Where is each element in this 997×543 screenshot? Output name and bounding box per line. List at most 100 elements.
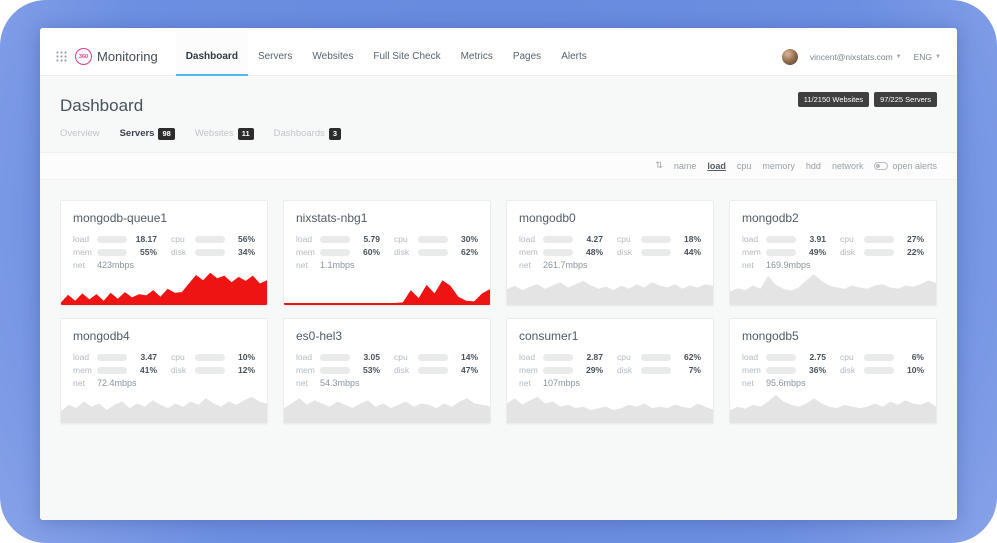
- page-content: Dashboard 11/2150 Websites 97/225 Server…: [40, 76, 957, 520]
- metric-row-load: load3.05: [296, 351, 380, 364]
- tab-overview[interactable]: Overview: [60, 128, 100, 139]
- language-menu[interactable]: ENG ▼: [914, 52, 941, 62]
- metric-label: load: [73, 234, 97, 244]
- tab-label: Websites: [195, 128, 234, 139]
- load-sparkline-chart: [284, 269, 490, 305]
- chevron-down-icon: ▼: [896, 54, 902, 60]
- sort-option-load[interactable]: load: [707, 161, 726, 171]
- tab-websites[interactable]: Websites11: [195, 128, 254, 140]
- metric-label: mem: [73, 247, 97, 257]
- open-alerts-label: open alerts: [892, 161, 937, 171]
- metric-bar: [320, 367, 350, 374]
- metric-bar: [418, 236, 448, 243]
- metric-bar: [543, 367, 573, 374]
- metric-value: 53%: [350, 365, 380, 375]
- metric-label: disk: [171, 365, 195, 375]
- metric-label: mem: [73, 365, 97, 375]
- user-menu[interactable]: vincent@nixstats.com ▼: [810, 52, 902, 62]
- nav-item-pages[interactable]: Pages: [503, 28, 551, 75]
- metric-label: mem: [519, 247, 543, 257]
- metric-bar: [766, 354, 796, 361]
- sort-options: name load cpu memory hdd network: [674, 161, 864, 171]
- tab-count-badge: 3: [329, 128, 341, 140]
- metrics-left-column: load3.47mem41%net72.4mbps: [73, 351, 157, 390]
- metric-label: mem: [519, 365, 543, 375]
- server-card-es0-hel3[interactable]: es0-hel3load3.05mem53%net54.3mbpscpu14%d…: [283, 318, 491, 424]
- metric-bar: [97, 249, 127, 256]
- app-logo[interactable]: 360 Monitoring: [75, 48, 158, 65]
- metric-bar: [320, 354, 350, 361]
- nav-item-dashboard[interactable]: Dashboard: [176, 28, 248, 75]
- metric-value: 10%: [225, 352, 255, 362]
- metric-row-load: load4.27: [519, 233, 603, 246]
- nav-item-metrics[interactable]: Metrics: [451, 28, 503, 75]
- metric-bar: [418, 249, 448, 256]
- chevron-down-icon: ▼: [935, 54, 941, 60]
- metric-row-disk: disk62%: [394, 246, 478, 259]
- nav-item-full-site-check[interactable]: Full Site Check: [363, 28, 450, 75]
- server-card-mongodb0[interactable]: mongodb0load4.27mem48%net261.7mbpscpu18%…: [506, 200, 714, 306]
- metric-row-mem: mem41%: [73, 364, 157, 377]
- metric-bar: [641, 354, 671, 361]
- server-name: mongodb4: [61, 319, 267, 343]
- metric-row-load: load18.17: [73, 233, 157, 246]
- server-card-mongodb4[interactable]: mongodb4load3.47mem41%net72.4mbpscpu10%d…: [60, 318, 268, 424]
- user-email-label: vincent@nixstats.com: [810, 52, 893, 62]
- server-card-mongodb-queue1[interactable]: mongodb-queue1load18.17mem55%net423mbpsc…: [60, 200, 268, 306]
- metric-row-disk: disk7%: [617, 364, 701, 377]
- tab-dashboards[interactable]: Dashboards3: [274, 128, 341, 140]
- metric-row-cpu: cpu30%: [394, 233, 478, 246]
- metric-row-mem: mem29%: [519, 364, 603, 377]
- server-name: mongodb-queue1: [61, 201, 267, 225]
- metrics-right-column: cpu56%disk34%: [171, 233, 255, 272]
- toggle-icon: [874, 162, 888, 170]
- metric-label: disk: [617, 365, 641, 375]
- metric-label: load: [296, 352, 320, 362]
- load-sparkline-chart: [730, 387, 936, 423]
- metric-value: 56%: [225, 234, 255, 244]
- metrics-left-column: load4.27mem48%net261.7mbps: [519, 233, 603, 272]
- metric-bar: [641, 367, 671, 374]
- sort-option-name[interactable]: name: [674, 161, 697, 171]
- server-card-consumer1[interactable]: consumer1load2.87mem29%net107mbpscpu62%d…: [506, 318, 714, 424]
- metric-label: disk: [171, 247, 195, 257]
- metrics-right-column: cpu6%disk10%: [840, 351, 924, 390]
- metric-bar: [418, 354, 448, 361]
- metric-label: mem: [296, 247, 320, 257]
- metrics-left-column: load18.17mem55%net423mbps: [73, 233, 157, 272]
- user-avatar[interactable]: [782, 49, 798, 65]
- open-alerts-toggle[interactable]: open alerts: [874, 161, 937, 171]
- sort-option-hdd[interactable]: hdd: [806, 161, 821, 171]
- metrics-left-column: load3.91mem49%net169.9mbps: [742, 233, 826, 272]
- metric-row-mem: mem53%: [296, 364, 380, 377]
- sort-option-memory[interactable]: memory: [762, 161, 795, 171]
- metric-bar: [195, 367, 225, 374]
- server-name: mongodb2: [730, 201, 936, 225]
- load-sparkline-chart: [61, 269, 267, 305]
- nav-item-servers[interactable]: Servers: [248, 28, 302, 75]
- metric-value: 48%: [573, 247, 603, 257]
- metric-label: load: [519, 234, 543, 244]
- metrics-right-column: cpu14%disk47%: [394, 351, 478, 390]
- metric-label: mem: [742, 247, 766, 257]
- server-card-nixstats-nbg1[interactable]: nixstats-nbg1load5.79mem60%net1.1mbpscpu…: [283, 200, 491, 306]
- server-card-mongodb2[interactable]: mongodb2load3.91mem49%net169.9mbpscpu27%…: [729, 200, 937, 306]
- tab-label: Servers: [120, 128, 155, 139]
- sort-bar: ⇅ nameloadcpumemoryhddnetwork open alert…: [40, 152, 957, 180]
- tab-servers[interactable]: Servers98: [120, 128, 175, 140]
- metric-label: cpu: [840, 234, 864, 244]
- metric-bar: [543, 354, 573, 361]
- sort-option-network[interactable]: network: [832, 161, 864, 171]
- sort-option-cpu[interactable]: cpu: [737, 161, 752, 171]
- metric-value: 12%: [225, 365, 255, 375]
- metric-bar: [641, 249, 671, 256]
- metric-bar: [97, 354, 127, 361]
- server-card-mongodb5[interactable]: mongodb5load2.75mem36%net95.6mbpscpu6%di…: [729, 318, 937, 424]
- nav-item-alerts[interactable]: Alerts: [551, 28, 597, 75]
- metric-row-mem: mem60%: [296, 246, 380, 259]
- metric-label: load: [296, 234, 320, 244]
- app-grid-icon[interactable]: [56, 51, 67, 62]
- metric-value: 14%: [448, 352, 478, 362]
- nav-item-websites[interactable]: Websites: [302, 28, 363, 75]
- metric-label: cpu: [394, 234, 418, 244]
